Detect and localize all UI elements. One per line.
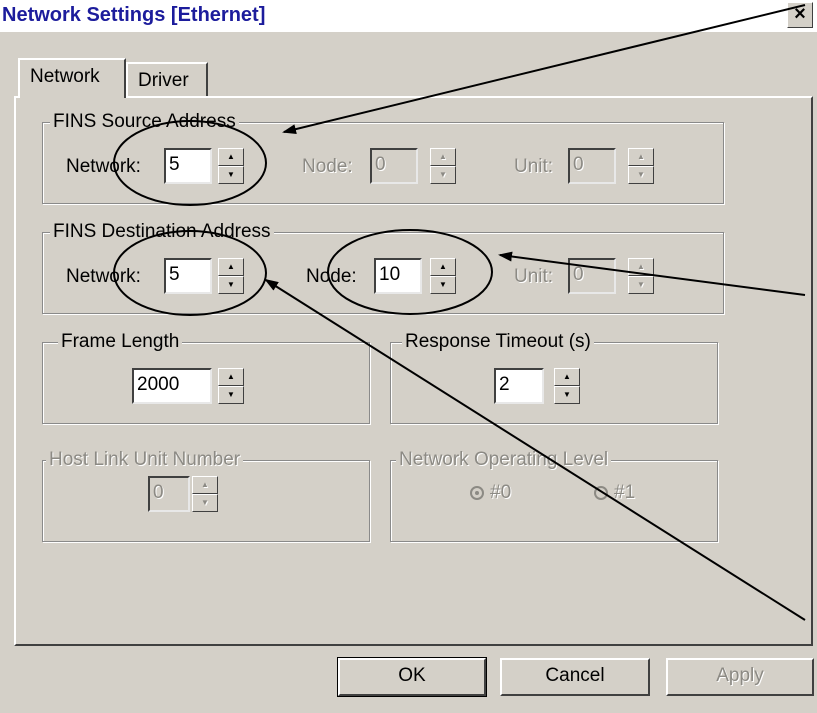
apply-button: Apply (666, 658, 814, 696)
tab-network[interactable]: Network (18, 58, 126, 98)
fins-source-legend: FINS Source Address (50, 112, 239, 132)
spin-up-icon: ▲ (628, 148, 654, 166)
destination-network-input[interactable]: 5 (164, 258, 212, 294)
title-bar: Network Settings [Ethernet] × (0, 0, 817, 32)
source-network-spinner[interactable]: ▲ ▼ (218, 148, 244, 184)
host-link-legend: Host Link Unit Number (46, 450, 244, 470)
host-link-spinner: ▲ ▼ (192, 476, 218, 512)
destination-network-label: Network: (66, 266, 141, 287)
spin-up-icon[interactable]: ▲ (218, 368, 244, 386)
spin-down-icon: ▼ (628, 166, 654, 184)
spin-down-icon[interactable]: ▼ (554, 386, 580, 404)
frame-length-input[interactable]: 2000 (132, 368, 212, 404)
source-unit-input: 0 (568, 148, 616, 184)
response-timeout-legend: Response Timeout (s) (402, 332, 594, 352)
radio-level-0-label: #0 (490, 482, 512, 503)
spin-up-icon[interactable]: ▲ (554, 368, 580, 386)
fins-destination-legend: FINS Destination Address (50, 222, 274, 242)
spin-up-icon: ▲ (628, 258, 654, 276)
ok-button[interactable]: OK (337, 657, 487, 697)
destination-node-spinner[interactable]: ▲ ▼ (430, 258, 456, 294)
source-network-label: Network: (66, 156, 141, 177)
frame-length-spinner[interactable]: ▲ ▼ (218, 368, 244, 404)
source-node-spinner: ▲ ▼ (430, 148, 456, 184)
response-timeout-spinner[interactable]: ▲ ▼ (554, 368, 580, 404)
source-network-input[interactable]: 5 (164, 148, 212, 184)
spin-down-icon: ▼ (628, 276, 654, 294)
spin-down-icon[interactable]: ▼ (218, 386, 244, 404)
cancel-button[interactable]: Cancel (500, 658, 650, 696)
destination-node-label: Node: (306, 266, 357, 287)
spin-up-icon: ▲ (430, 148, 456, 166)
destination-node-input[interactable]: 10 (374, 258, 422, 294)
window-title: Network Settings [Ethernet] (2, 4, 266, 26)
radio-level-0 (470, 486, 484, 500)
spin-up-icon[interactable]: ▲ (218, 258, 244, 276)
destination-unit-spinner: ▲ ▼ (628, 258, 654, 294)
close-button[interactable]: × (787, 2, 813, 28)
operating-level-legend: Network Operating Level (396, 450, 612, 470)
tab-driver[interactable]: Driver (126, 62, 208, 98)
spin-up-icon[interactable]: ▲ (218, 148, 244, 166)
tab-driver-label: Driver (138, 70, 189, 91)
spin-down-icon[interactable]: ▼ (218, 166, 244, 184)
spin-down-icon: ▼ (192, 494, 218, 512)
source-unit-spinner: ▲ ▼ (628, 148, 654, 184)
destination-network-spinner[interactable]: ▲ ▼ (218, 258, 244, 294)
source-unit-label: Unit: (514, 156, 554, 177)
response-timeout-input[interactable]: 2 (494, 368, 544, 404)
spin-up-icon[interactable]: ▲ (430, 258, 456, 276)
destination-unit-input: 0 (568, 258, 616, 294)
destination-unit-label: Unit: (514, 266, 554, 287)
operating-level-group (390, 460, 718, 542)
radio-dot (475, 491, 479, 495)
spin-down-icon[interactable]: ▼ (218, 276, 244, 294)
frame-length-legend: Frame Length (58, 332, 183, 352)
radio-level-1 (594, 486, 608, 500)
spin-down-icon: ▼ (430, 166, 456, 184)
radio-level-1-label: #1 (614, 482, 636, 503)
spin-up-icon: ▲ (192, 476, 218, 494)
spin-down-icon[interactable]: ▼ (430, 276, 456, 294)
source-node-label: Node: (302, 156, 353, 177)
source-node-input: 0 (370, 148, 418, 184)
tab-network-label: Network (30, 66, 100, 87)
host-link-input: 0 (148, 476, 190, 512)
